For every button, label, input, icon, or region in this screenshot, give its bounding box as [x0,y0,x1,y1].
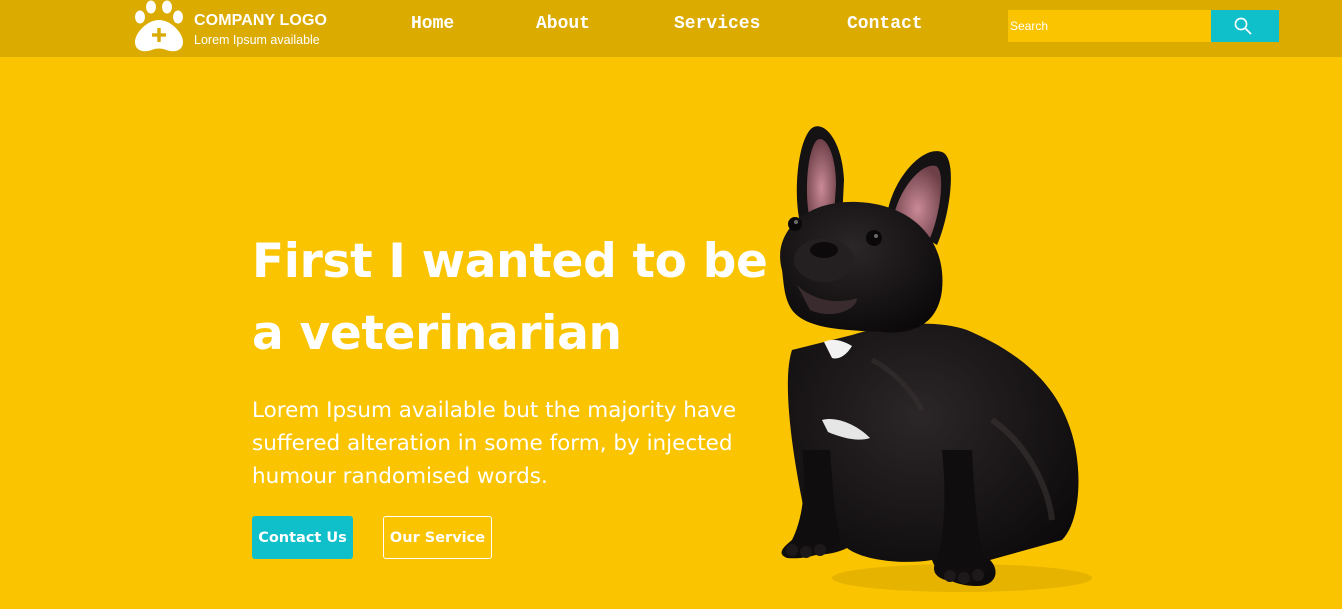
nav-contact[interactable]: Contact [847,14,923,34]
contact-us-button[interactable]: Contact Us [252,516,353,559]
navbar: COMPANY LOGO Lorem Ipsum available Home … [0,0,1342,57]
nav-services[interactable]: Services [674,14,760,34]
hero-description: Lorem Ipsum available but the majority h… [252,398,737,489]
search-button[interactable] [1211,10,1279,42]
company-logo[interactable]: COMPANY LOGO Lorem Ipsum available [132,0,342,54]
nav-home[interactable]: Home [411,14,454,34]
logo-title: COMPANY LOGO [194,12,328,29]
french-bulldog-image [780,126,1092,592]
nav-about[interactable]: About [536,14,590,34]
search-icon [1234,17,1252,35]
our-service-button[interactable]: Our Service [383,516,492,559]
logo-tagline: Lorem Ipsum available [194,33,320,47]
paw-plus-icon [135,0,183,52]
search-input[interactable] [1008,10,1211,42]
hero-title: First I wanted to be a veterinarian [252,234,768,361]
